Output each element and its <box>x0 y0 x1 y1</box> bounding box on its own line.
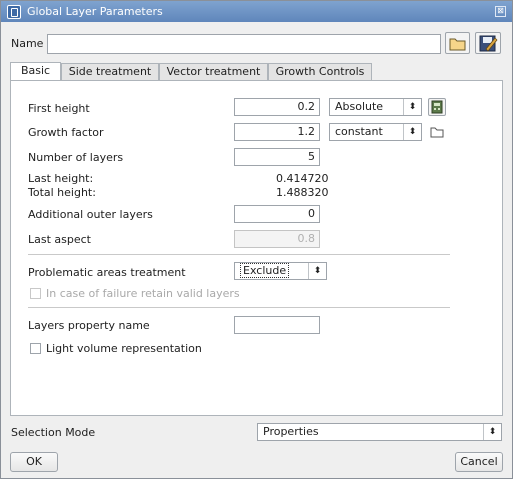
growth-factor-input[interactable]: 1.2 <box>234 123 320 141</box>
layers-property-name-label: Layers property name <box>28 319 150 332</box>
chevron-updown-icon: ⬍ <box>403 124 421 140</box>
folder-icon <box>449 38 466 51</box>
chevron-updown-icon: ⬍ <box>483 424 501 440</box>
title-bar[interactable]: Global Layer Parameters ⊠ <box>1 1 512 22</box>
problematic-areas-select[interactable]: Exclude ⬍ <box>234 262 327 280</box>
last-aspect-input: 0.8 <box>234 230 320 248</box>
open-folder-button[interactable] <box>445 32 470 54</box>
problematic-areas-value: Exclude <box>240 263 290 278</box>
first-height-mode-select[interactable]: Absolute ⬍ <box>329 98 422 116</box>
layers-property-name-input[interactable] <box>234 316 320 334</box>
first-height-mode-value: Absolute <box>335 100 384 113</box>
additional-outer-layers-input[interactable]: 0 <box>234 205 320 223</box>
growth-factor-mode-value: constant <box>335 125 383 138</box>
chevron-updown-icon: ⬍ <box>308 263 326 279</box>
ok-button[interactable]: OK <box>10 452 58 472</box>
calculator-icon <box>431 100 443 114</box>
folder-icon <box>430 127 444 138</box>
cancel-button[interactable]: Cancel <box>455 452 503 472</box>
close-icon[interactable]: ⊠ <box>495 6 506 17</box>
tab-vector-treatment[interactable]: Vector treatment <box>159 63 268 80</box>
window-title: Global Layer Parameters <box>27 5 163 18</box>
selection-mode-label: Selection Mode <box>11 426 96 439</box>
first-height-label: First height <box>28 102 90 115</box>
chevron-updown-icon: ⬍ <box>403 99 421 115</box>
growth-folder-button[interactable] <box>428 123 446 141</box>
name-label: Name <box>11 37 44 50</box>
light-volume-label: Light volume representation <box>46 342 202 355</box>
additional-outer-layers-label: Additional outer layers <box>28 208 153 221</box>
number-of-layers-label: Number of layers <box>28 151 124 164</box>
tab-basic[interactable]: Basic <box>10 62 61 81</box>
separator <box>28 254 450 255</box>
last-height-label: Last height: <box>28 172 94 185</box>
tab-growth-controls[interactable]: Growth Controls <box>268 63 372 80</box>
dialog-window: Global Layer Parameters ⊠ Name Basic Sid… <box>0 0 513 479</box>
calculator-button[interactable] <box>428 98 446 116</box>
selection-mode-value: Properties <box>263 425 319 438</box>
save-icon <box>479 35 498 52</box>
total-height-label: Total height: <box>28 186 96 199</box>
save-button[interactable] <box>475 32 501 54</box>
light-volume-checkbox[interactable] <box>30 343 41 354</box>
last-height-value: 0.414720 <box>276 172 329 185</box>
first-height-input[interactable]: 0.2 <box>234 98 320 116</box>
name-input[interactable] <box>47 34 441 54</box>
separator <box>28 307 450 308</box>
growth-factor-mode-select[interactable]: constant ⬍ <box>329 123 422 141</box>
tab-side-treatment[interactable]: Side treatment <box>61 63 159 80</box>
basic-panel: First height 0.2 Absolute ⬍ Growth facto… <box>10 80 503 416</box>
last-aspect-label: Last aspect <box>28 233 91 246</box>
problematic-areas-label: Problematic areas treatment <box>28 266 186 279</box>
number-of-layers-input[interactable]: 5 <box>234 148 320 166</box>
retain-valid-layers-label: In case of failure retain valid layers <box>46 287 240 300</box>
app-icon <box>7 5 21 19</box>
retain-valid-layers-checkbox <box>30 288 41 299</box>
selection-mode-select[interactable]: Properties ⬍ <box>257 423 502 441</box>
growth-factor-label: Growth factor <box>28 126 104 139</box>
total-height-value: 1.488320 <box>276 186 329 199</box>
